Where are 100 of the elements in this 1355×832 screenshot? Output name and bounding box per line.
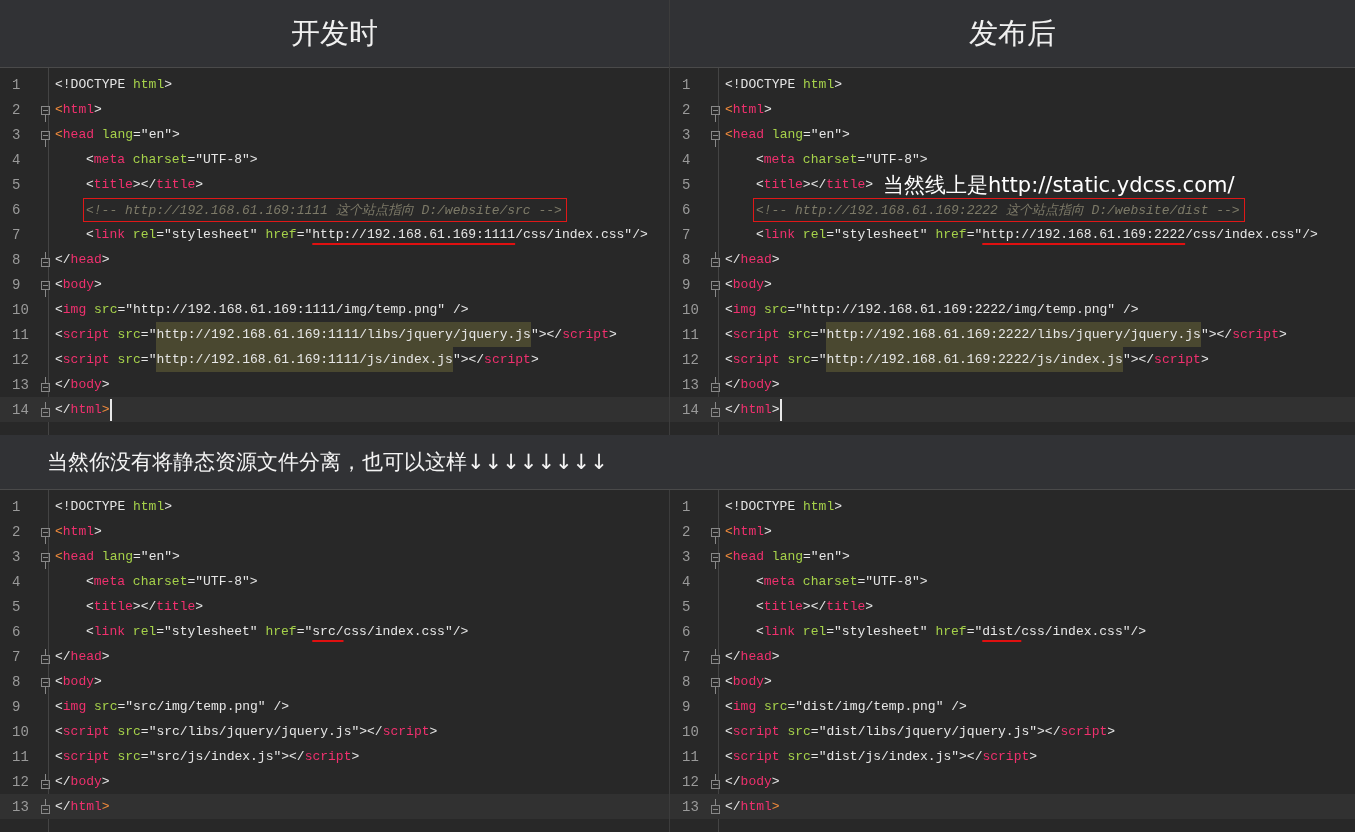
fold-marker-icon[interactable] xyxy=(711,678,721,694)
line-number: 11 xyxy=(682,326,699,343)
code-line: <body> xyxy=(54,276,102,294)
line-number: 5 xyxy=(682,176,691,193)
line-number: 2 xyxy=(12,101,21,118)
line-number: 1 xyxy=(682,76,691,93)
line-number: 2 xyxy=(682,101,691,118)
fold-marker-icon[interactable] xyxy=(41,131,51,147)
line-number: 2 xyxy=(682,523,691,540)
line-number: 8 xyxy=(12,673,21,690)
line-number: 7 xyxy=(682,648,691,665)
code-line: <head lang="en"> xyxy=(724,126,850,144)
code-line: <!DOCTYPE html> xyxy=(54,76,173,94)
caption-text: 当然你没有将静态资源文件分离，也可以这样↓↓↓↓↓↓↓↓ xyxy=(0,435,1355,490)
line-number: 7 xyxy=(12,648,21,665)
line-number: 13 xyxy=(682,376,699,393)
code-line: <link rel="stylesheet" href="dist/css/index.css"/> xyxy=(755,623,1147,641)
line-number: 12 xyxy=(12,773,29,790)
code-line: <body> xyxy=(724,673,772,691)
panel-title: 发布后 xyxy=(670,0,1355,68)
fold-end-icon[interactable] xyxy=(711,649,721,664)
line-number: 4 xyxy=(12,151,21,168)
fold-end-icon[interactable] xyxy=(711,377,721,392)
code-line: <!DOCTYPE html> xyxy=(724,498,843,516)
line-number: 13 xyxy=(12,376,29,393)
line-number: 14 xyxy=(12,401,29,418)
code-line: <!-- http://192.168.61.169:2222 这个站点指向 D:/website/dist --> xyxy=(719,197,1242,222)
code-line: <img src="dist/img/temp.png" /> xyxy=(724,698,967,716)
line-number: 7 xyxy=(12,226,21,243)
fold-marker-icon[interactable] xyxy=(41,106,51,122)
fold-marker-icon[interactable] xyxy=(711,528,721,544)
line-number: 10 xyxy=(682,723,699,740)
fold-marker-icon[interactable] xyxy=(41,281,51,297)
code-line: <script src="src/js/index.js"></script> xyxy=(54,748,360,766)
code-line: <html> xyxy=(724,523,772,541)
line-number: 2 xyxy=(12,523,21,540)
fold-end-icon[interactable] xyxy=(41,649,51,664)
code-line: <img src="src/img/temp.png" /> xyxy=(54,698,290,716)
code-line: <head lang="en"> xyxy=(724,548,850,566)
code-line: <body> xyxy=(724,276,772,294)
line-number: 7 xyxy=(682,226,691,243)
fold-end-icon[interactable] xyxy=(711,252,721,267)
line-number: 1 xyxy=(682,498,691,515)
code-line: </html> xyxy=(54,798,110,816)
fold-marker-icon[interactable] xyxy=(41,553,51,569)
code-line: <link rel="stylesheet" href="http://192.168.61.169:2222/css/index.css"/> xyxy=(755,226,1318,244)
code-line: <meta charset="UTF-8"> xyxy=(755,151,928,169)
code-line: <title></title> xyxy=(755,598,874,616)
fold-marker-icon[interactable] xyxy=(711,131,721,147)
line-number: 6 xyxy=(682,623,691,640)
line-number: 6 xyxy=(12,201,21,218)
line-number: 3 xyxy=(682,548,691,565)
code-line: <script src="src/libs/jquery/jquery.js"></script> xyxy=(54,723,438,741)
line-number: 11 xyxy=(682,748,699,765)
line-number: 3 xyxy=(12,548,21,565)
line-number: 9 xyxy=(12,276,21,293)
code-line: </head> xyxy=(724,648,780,666)
line-number: 4 xyxy=(12,573,21,590)
line-number: 8 xyxy=(682,251,691,268)
line-number: 1 xyxy=(12,76,21,93)
fold-marker-icon[interactable] xyxy=(41,678,51,694)
fold-end-icon[interactable] xyxy=(41,402,51,417)
code-line: </body> xyxy=(724,773,780,791)
line-number: 8 xyxy=(682,673,691,690)
line-number: 11 xyxy=(12,326,29,343)
line-number: 14 xyxy=(682,401,699,418)
line-number: 12 xyxy=(12,351,29,368)
line-number: 11 xyxy=(12,748,29,765)
fold-end-icon[interactable] xyxy=(711,402,721,417)
panel-title: 开发时 xyxy=(0,0,669,68)
line-number: 6 xyxy=(12,623,21,640)
line-number: 6 xyxy=(682,201,691,218)
fold-end-icon[interactable] xyxy=(41,799,51,814)
fold-marker-icon[interactable] xyxy=(41,528,51,544)
fold-marker-icon[interactable] xyxy=(711,553,721,569)
code-line: <title></title> xyxy=(755,176,874,194)
fold-end-icon[interactable] xyxy=(41,774,51,789)
line-number: 10 xyxy=(12,723,29,740)
code-line: <title></title> xyxy=(85,176,204,194)
code-line: </body> xyxy=(724,376,780,394)
line-number: 9 xyxy=(682,276,691,293)
line-number: 5 xyxy=(12,176,21,193)
fold-marker-icon[interactable] xyxy=(711,106,721,122)
line-number: 8 xyxy=(12,251,21,268)
code-line: <html> xyxy=(54,523,102,541)
fold-end-icon[interactable] xyxy=(711,799,721,814)
code-line: </html> xyxy=(724,401,780,419)
line-number: 3 xyxy=(682,126,691,143)
code-line: <head lang="en"> xyxy=(54,548,180,566)
fold-end-icon[interactable] xyxy=(41,252,51,267)
code-line: <script src="dist/js/index.js"></script> xyxy=(724,748,1038,766)
fold-end-icon[interactable] xyxy=(41,377,51,392)
code-line: </head> xyxy=(724,251,780,269)
line-number: 3 xyxy=(12,126,21,143)
code-line: <html> xyxy=(724,101,772,119)
fold-end-icon[interactable] xyxy=(711,774,721,789)
line-number: 1 xyxy=(12,498,21,515)
line-number: 9 xyxy=(12,698,21,715)
fold-marker-icon[interactable] xyxy=(711,281,721,297)
line-number: 12 xyxy=(682,773,699,790)
